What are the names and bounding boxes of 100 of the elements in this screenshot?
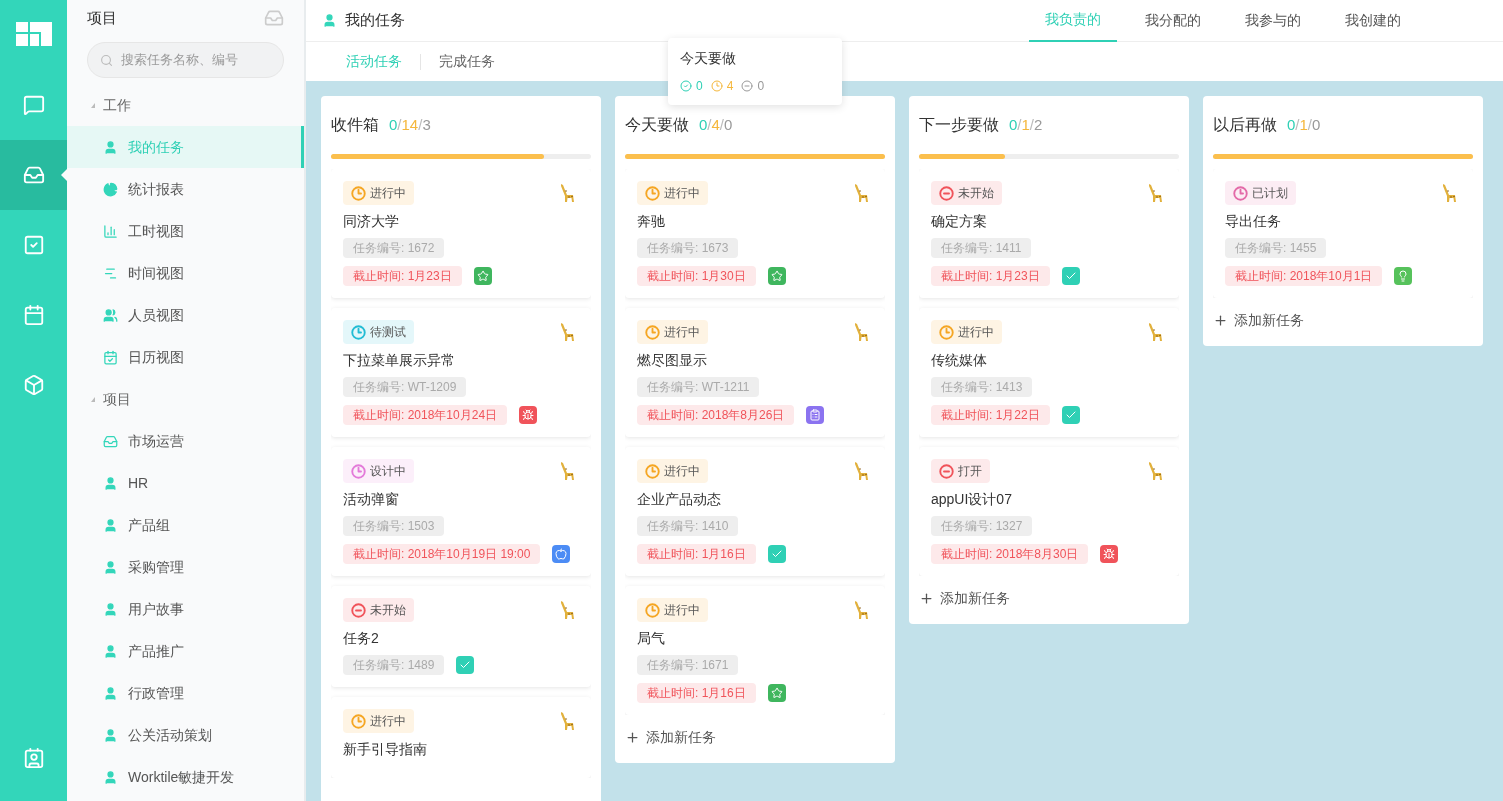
task-number: 任务编号: WT-1211 xyxy=(637,377,760,397)
sidebar-item[interactable]: 时间视图 xyxy=(67,252,304,294)
due-date: 截止时间: 1月30日 xyxy=(637,266,756,286)
group-header[interactable]: 项目 xyxy=(67,378,304,420)
task-title: 奔驰 xyxy=(637,212,666,231)
sidebar-item[interactable]: HR xyxy=(67,462,304,504)
cube-icon xyxy=(22,374,45,396)
sidebar-item[interactable]: 工时视图 xyxy=(67,210,304,252)
task-number: 任务编号: 1413 xyxy=(931,377,1033,397)
person-icon xyxy=(103,727,118,743)
task-title: 活动弹窗 xyxy=(343,490,400,509)
check-icon xyxy=(1061,267,1080,285)
sidebar-item[interactable]: 日历视图 xyxy=(67,336,304,378)
due-date: 截止时间: 2018年8月26日 xyxy=(637,405,795,425)
task-title: 确定方案 xyxy=(931,212,988,231)
sub-tab[interactable]: 完成任务 xyxy=(439,51,495,72)
task-number: 任务编号: 1503 xyxy=(343,516,445,536)
person-icon xyxy=(103,139,118,155)
sidebar-item[interactable]: 人员视图 xyxy=(67,294,304,336)
sidebar-item[interactable]: 产品组 xyxy=(67,504,304,546)
check-icon xyxy=(767,545,786,563)
status-tag: 进行中 xyxy=(343,709,414,733)
sidebar-item[interactable]: Worktile敏捷开发 xyxy=(67,756,304,798)
in-progress-count: 1 xyxy=(1021,114,1030,135)
task-title: 新手引导指南 xyxy=(343,740,428,759)
count-separator: / xyxy=(719,114,725,135)
status-tag: 打开 xyxy=(931,459,990,483)
status-tag: 待测试 xyxy=(343,320,414,344)
task-card[interactable]: 打开 appUI设计07 任务编号: 1327 截止时间: 2018年8月30日 xyxy=(919,447,1179,576)
column-title: 今天要做 xyxy=(625,115,689,135)
sidebar-item[interactable]: 市场运营 xyxy=(67,420,304,462)
count-separator: / xyxy=(1029,114,1035,135)
add-task-button[interactable]: 添加新任务 xyxy=(1213,298,1473,342)
not-started-count: 0 xyxy=(724,114,733,135)
group-header[interactable]: 工作 xyxy=(67,84,304,126)
not-started-count: 3 xyxy=(422,114,431,135)
due-date: 截止时间: 1月23日 xyxy=(343,266,462,286)
done-count: 0 xyxy=(699,114,708,135)
task-card[interactable]: 进行中 燃尽图显示 任务编号: WT-1211 截止时间: 2018年8月26日 xyxy=(625,308,885,437)
task-card[interactable]: 未开始 任务2 任务编号: 1489 xyxy=(331,586,591,687)
app-logo xyxy=(15,22,52,46)
done-count: 0 xyxy=(389,114,398,135)
sidebar-item[interactable]: 统计报表 xyxy=(67,168,304,210)
sidebar-item[interactable]: 公关活动策划 xyxy=(67,714,304,756)
inbox-icon xyxy=(103,433,118,449)
person-icon xyxy=(103,685,118,701)
not-started-count: 2 xyxy=(1034,114,1043,135)
task-card[interactable]: 未开始 确定方案 任务编号: 1411 截止时间: 1月23日 xyxy=(919,169,1179,298)
contact-book-icon[interactable] xyxy=(22,747,45,769)
task-card[interactable]: 进行中 局气 任务编号: 1671 截止时间: 1月16日 xyxy=(625,586,885,715)
sidebar-title: 项目 xyxy=(87,7,117,28)
count-separator: / xyxy=(1295,114,1300,135)
check-icon xyxy=(1061,406,1080,424)
task-card[interactable]: 进行中 同济大学 任务编号: 1672 截止时间: 1月23日 xyxy=(331,169,591,298)
search-field[interactable]: 搜索任务名称、编号 xyxy=(87,42,284,78)
task-card[interactable]: 待测试 下拉菜单展示异常 任务编号: WT-1209 截止时间: 2018年10月24日 xyxy=(331,308,591,437)
due-date: 截止时间: 1月22日 xyxy=(931,405,1050,425)
person-icon xyxy=(103,559,118,575)
add-task-button[interactable]: 添加新任务 xyxy=(919,576,1179,620)
task-number: 任务编号: 1327 xyxy=(931,516,1033,536)
view-tab[interactable]: 我创建的 xyxy=(1329,0,1417,42)
status-tag: 已计划 xyxy=(1225,181,1296,205)
count-separator: / xyxy=(418,114,423,135)
check-circle-icon xyxy=(680,80,692,92)
count-separator: / xyxy=(707,114,712,135)
sidebar-item[interactable]: 采购管理 xyxy=(67,546,304,588)
status-tag: 未开始 xyxy=(343,598,414,622)
task-card[interactable]: 进行中 奔驰 任务编号: 1673 截止时间: 1月30日 xyxy=(625,169,885,298)
inbox-icon[interactable] xyxy=(264,8,284,28)
chat-icon xyxy=(22,94,45,116)
count-separator: / xyxy=(397,114,402,135)
task-card[interactable]: 已计划 导出任务 任务编号: 1455 截止时间: 2018年10月1日 xyxy=(1213,169,1473,298)
due-date: 截止时间: 1月16日 xyxy=(637,544,756,564)
sidebar-item[interactable]: 产品推广 xyxy=(67,630,304,672)
bug-icon xyxy=(1100,545,1119,563)
in-progress-count: 1 xyxy=(1299,114,1308,135)
done-count: 0 xyxy=(1009,114,1018,135)
count-separator: / xyxy=(1307,114,1313,135)
task-card[interactable]: 进行中 新手引导指南 xyxy=(331,697,591,778)
gantt-icon xyxy=(103,265,118,281)
search-input[interactable]: 搜索任务名称、编号 xyxy=(121,50,271,70)
view-tab[interactable]: 我分配的 xyxy=(1129,0,1217,42)
due-date: 截止时间: 2018年10月1日 xyxy=(1225,266,1383,286)
add-task-button[interactable]: 添加新任务 xyxy=(625,715,885,759)
task-card[interactable]: 进行中 传统媒体 任务编号: 1413 截止时间: 1月22日 xyxy=(919,308,1179,437)
task-title: 下拉菜单展示异常 xyxy=(343,351,456,370)
person-icon xyxy=(103,769,118,785)
task-card[interactable]: 进行中 企业产品动态 任务编号: 1410 截止时间: 1月16日 xyxy=(625,447,885,576)
tooltip-title: 今天要做 xyxy=(680,49,737,68)
plus-icon xyxy=(625,729,640,745)
view-tab[interactable]: 我参与的 xyxy=(1229,0,1317,42)
sidebar-item[interactable]: 行政管理 xyxy=(67,672,304,714)
status-tag: 进行中 xyxy=(343,181,414,205)
task-title: 局气 xyxy=(637,629,666,648)
sidebar-item[interactable]: 用户故事 xyxy=(67,588,304,630)
task-card[interactable]: 设计中 活动弹窗 任务编号: 1503 截止时间: 2018年10月19日 19:00 xyxy=(331,447,591,576)
task-number: 任务编号: 1410 xyxy=(637,516,739,536)
status-tag: 未开始 xyxy=(931,181,1002,205)
task-number: 任务编号: 1455 xyxy=(1225,238,1327,258)
not-started-count: 0 xyxy=(757,78,765,95)
